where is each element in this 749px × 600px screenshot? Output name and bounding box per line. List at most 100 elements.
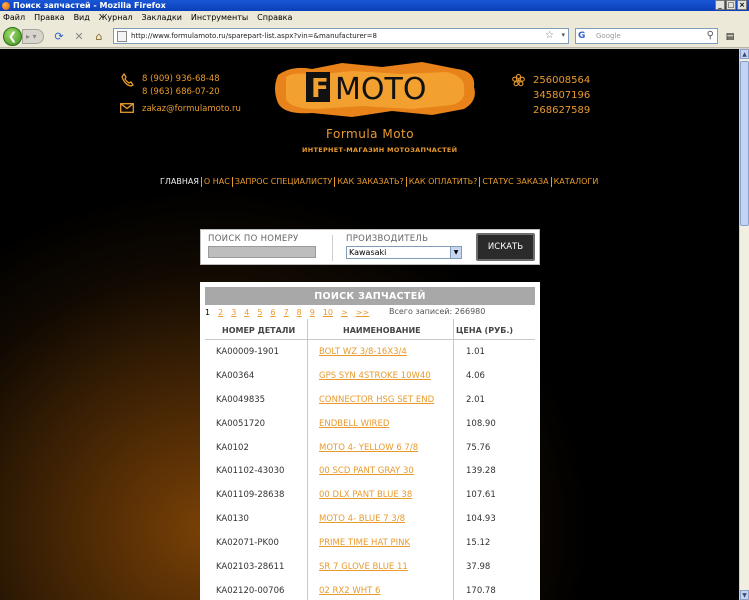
search-engine-box[interactable]: G Google ⚲ (575, 28, 718, 44)
part-number: KA02120-00706 (216, 585, 285, 596)
forward-button[interactable]: ▸ ▾ (22, 29, 44, 44)
scroll-down-icon[interactable]: ▼ (740, 590, 749, 600)
part-name-link[interactable]: 02 RX2 WHT 6 (319, 586, 380, 596)
page-link[interactable]: 2 (218, 308, 223, 317)
part-name-link[interactable]: 00 DLX PANT BLUE 38 (319, 490, 412, 500)
scrollbar-thumb[interactable] (740, 61, 749, 226)
page-last[interactable]: >> (356, 308, 369, 317)
nav-catalogs[interactable]: КАТАЛОГИ (550, 177, 601, 187)
minimize-icon[interactable]: _ (715, 0, 725, 10)
by-number-label: ПОИСК ПО НОМЕРУ (208, 234, 299, 244)
total-records: Всего записей: 266980 (389, 307, 486, 316)
nav-ask-specialist[interactable]: ЗАПРОС СПЕЦИАЛИСТУ (231, 177, 335, 187)
part-number: KA02103-28611 (216, 562, 285, 573)
nav-order-status[interactable]: СТАТУС ЗАКАЗА (479, 177, 550, 187)
manufacturer-select[interactable]: Kawasaki ▼ (346, 246, 462, 259)
part-name-link[interactable]: BOLT WZ 3/8-16X3/4 (319, 347, 407, 357)
reload-icon[interactable]: ⟳ (52, 29, 66, 43)
site-logo[interactable]: F MOTO (272, 57, 480, 123)
part-number: KA0049835 (216, 394, 266, 405)
part-name-link[interactable]: 00 SCD PANT GRAY 30 (319, 466, 414, 476)
table-row: KA00009-1901 BOLT WZ 3/8-16X3/4 1.01 (200, 342, 540, 366)
forward-arrow-icon: ▸ ▾ (26, 32, 37, 41)
url-dropdown-icon[interactable]: ▾ (561, 31, 565, 39)
part-price: 1.01 (466, 347, 485, 357)
chevron-down-icon[interactable]: ▼ (450, 247, 461, 258)
icq-flower-icon (512, 73, 526, 118)
column-price: ЦЕНА (РУБ.) (456, 326, 514, 335)
page-link[interactable]: 6 (270, 308, 275, 317)
nav-how-to-order[interactable]: КАК ЗАКАЗАТЬ? (334, 177, 405, 187)
results-rows: KA00009-1901 BOLT WZ 3/8-16X3/4 1.01 KA0… (200, 342, 540, 600)
email-link[interactable]: zakaz@formulamoto.ru (142, 103, 241, 116)
page-link[interactable]: 5 (257, 308, 262, 317)
part-price: 139.28 (466, 466, 496, 477)
window-controls: _ □ × (715, 0, 747, 10)
page-link[interactable]: 8 (297, 308, 302, 317)
column-part-number: НОМЕР ДЕТАЛИ (222, 326, 296, 335)
part-name-link[interactable]: ENDBELL WIRED (319, 419, 389, 429)
menu-file[interactable]: Файл (3, 13, 25, 22)
icq-2[interactable]: 345807196 (533, 88, 590, 103)
menu-bookmarks[interactable]: Закладки (141, 13, 181, 22)
menu-edit[interactable]: Правка (34, 13, 64, 22)
address-bar[interactable]: http://www.formulamoto.ru/sparepart-list… (113, 28, 569, 44)
back-arrow-icon: ❮ (7, 30, 18, 43)
addon-menu-icon[interactable]: ▤ (722, 29, 738, 44)
part-name-link[interactable]: SR 7 GLOVE BLUE 11 (319, 562, 408, 572)
stop-icon[interactable]: ✕ (72, 29, 86, 43)
menu-view[interactable]: Вид (74, 13, 90, 22)
part-name-link[interactable]: MOTO 4- YELLOW 6 7/8 (319, 443, 418, 453)
logo-letter: F (311, 74, 329, 104)
search-icon[interactable]: ⚲ (707, 30, 714, 41)
part-name-link[interactable]: CONNECTOR HSG SET END (319, 395, 434, 405)
menu-help[interactable]: Справка (257, 13, 292, 22)
part-price: 4.06 (466, 370, 485, 381)
page-link[interactable]: 10 (323, 308, 333, 317)
search-panel: ПОИСК ПО НОМЕРУ ПРОИЗВОДИТЕЛЬ Kawasaki ▼… (200, 229, 540, 265)
window-title: Поиск запчастей - Mozilla Firefox (13, 1, 166, 10)
page-link[interactable]: 7 (284, 308, 289, 317)
part-price: 75.76 (466, 442, 491, 453)
page-next[interactable]: > (341, 308, 348, 317)
page-link[interactable]: 4 (244, 308, 249, 317)
nav-about[interactable]: О НАС (200, 177, 232, 187)
close-icon[interactable]: × (737, 0, 747, 10)
part-price: 170.78 (466, 585, 496, 596)
pagination: 1 2 3 4 5 6 7 8 9 10 > >> Всего записей:… (205, 307, 485, 318)
manufacturer-label: ПРОИЗВОДИТЕЛЬ (346, 234, 429, 244)
results-title: ПОИСК ЗАПЧАСТЕЙ (205, 287, 535, 305)
bookmark-star-icon[interactable]: ☆ (545, 30, 554, 41)
page-link[interactable]: 9 (310, 308, 315, 317)
part-name-link[interactable]: GPS SYN 4STROKE 10W40 (319, 371, 431, 381)
scroll-up-icon[interactable]: ▲ (740, 49, 749, 59)
part-name-link[interactable]: MOTO 4- BLUE 7 3/8 (319, 514, 405, 524)
part-number: KA01109-28638 (216, 490, 285, 501)
vertical-scrollbar[interactable]: ▲ ▼ (739, 49, 749, 600)
page-link[interactable]: 3 (231, 308, 236, 317)
menu-tools[interactable]: Инструменты (191, 13, 248, 22)
table-row: KA01109-28638 00 DLX PANT BLUE 38 107.61 (200, 485, 540, 509)
brand-name: Formula Moto (326, 127, 415, 141)
menu-history[interactable]: Журнал (99, 13, 133, 22)
table-row: KA02103-28611 SR 7 GLOVE BLUE 11 37.98 (200, 557, 540, 581)
nav-home[interactable]: ГЛАВНАЯ (160, 177, 201, 187)
home-icon[interactable]: ⌂ (92, 29, 106, 43)
back-button[interactable]: ❮ (3, 27, 22, 46)
firefox-icon (2, 1, 10, 10)
logo-text: MOTO (335, 72, 426, 107)
table-row: KA0049835 CONNECTOR HSG SET END 2.01 (200, 390, 540, 414)
table-row: KA01102-43030 00 SCD PANT GRAY 30 139.28 (200, 461, 540, 485)
icq-3[interactable]: 268627589 (533, 103, 590, 118)
part-name-link[interactable]: PRIME TIME HAT PINK (319, 538, 410, 548)
table-row: KA02071-PK00 PRIME TIME HAT PINK 15.12 (200, 533, 540, 557)
part-number-input[interactable] (208, 246, 316, 258)
phone-1[interactable]: 8 (909) 936-68-48 (142, 73, 220, 86)
icq-1[interactable]: 256008564 (533, 73, 590, 88)
google-icon[interactable]: G (578, 31, 585, 41)
maximize-icon[interactable]: □ (726, 0, 736, 10)
phone-2[interactable]: 8 (963) 686-07-20 (142, 86, 220, 99)
search-button[interactable]: ИСКАТЬ (476, 233, 535, 261)
nav-how-to-pay[interactable]: КАК ОПЛАТИТЬ? (405, 177, 480, 187)
table-row: KA0102 MOTO 4- YELLOW 6 7/8 75.76 (200, 438, 540, 462)
